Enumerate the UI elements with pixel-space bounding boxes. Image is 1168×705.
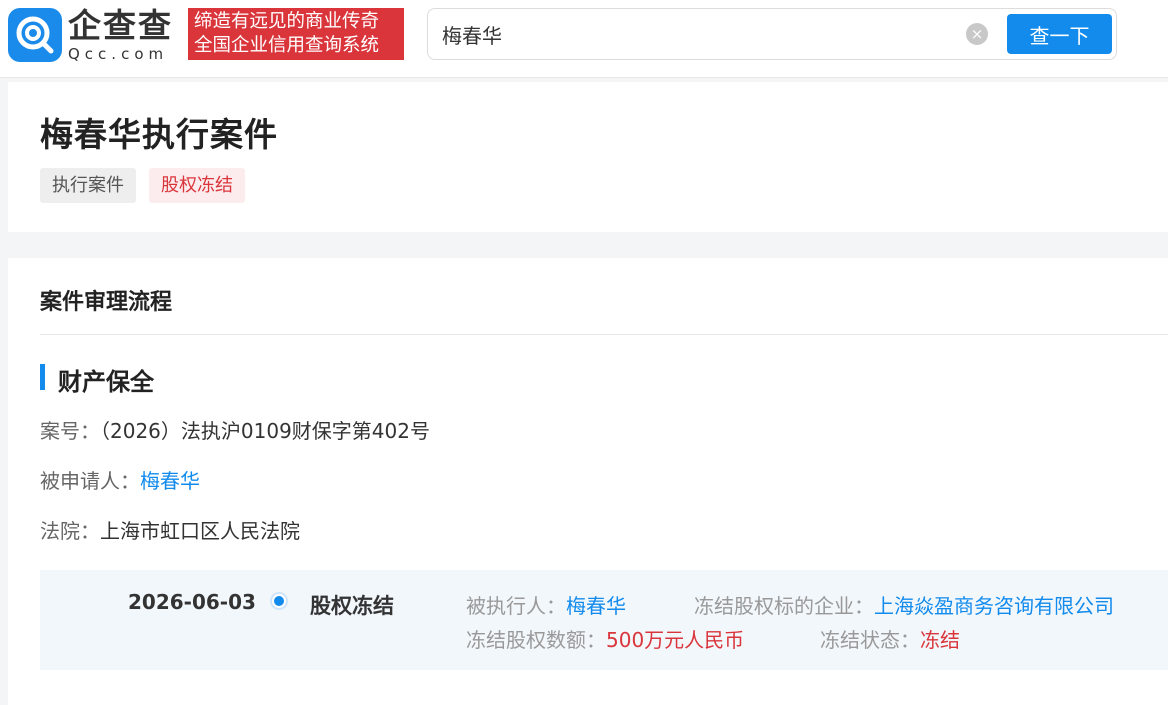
case-number-value: （2026）法执沪0109财保字第402号	[100, 419, 430, 443]
tag-execution-case: 执行案件	[40, 168, 136, 203]
tag-equity-freeze: 股权冻结	[149, 168, 245, 203]
timeline-date: 2026-06-03	[128, 590, 256, 614]
timeline-dot-icon	[272, 594, 286, 608]
case-process-card: 案件审理流程 财产保全 案号：（2026）法执沪0109财保字第402号 被申请…	[8, 258, 1168, 705]
court-label: 法院：	[40, 519, 100, 543]
logo[interactable]: 企查查 Qcc.com	[8, 8, 173, 62]
search-box: × 查一下	[427, 8, 1117, 60]
case-number-row: 案号：（2026）法执沪0109财保字第402号	[40, 415, 430, 444]
page-title: 梅春华执行案件	[40, 115, 278, 154]
respondent-link[interactable]: 梅春华	[140, 469, 200, 493]
qcc-logo-icon	[8, 8, 62, 62]
slogan-line-2: 全国企业信用查询系统	[194, 35, 380, 56]
search-input[interactable]	[442, 18, 962, 50]
freeze-amount-value: 500万元人民币	[606, 628, 745, 652]
respondent-row: 被申请人：梅春华	[40, 465, 200, 494]
freeze-amount-field: 冻结股权数额：500万元人民币	[466, 624, 744, 653]
logo-text: 企查查 Qcc.com	[68, 6, 173, 63]
title-card: 梅春华执行案件 执行案件 股权冻结	[8, 82, 1168, 232]
court-value: 上海市虹口区人民法院	[100, 519, 300, 543]
court-row: 法院：上海市虹口区人民法院	[40, 515, 300, 544]
sub-title: 财产保全	[58, 368, 154, 396]
logo-cn: 企查查	[68, 6, 173, 45]
top-header: 企查查 Qcc.com 缔造有远见的商业传奇 全国企业信用查询系统 × 查一下	[0, 0, 1168, 78]
divider	[40, 334, 1168, 335]
freeze-status-label: 冻结状态：	[820, 628, 920, 652]
sub-title-bar	[40, 364, 45, 390]
freeze-status-value: 冻结	[920, 628, 960, 652]
executee-label: 被执行人：	[466, 594, 566, 618]
freeze-amount-label: 冻结股权数额：	[466, 628, 606, 652]
respondent-label: 被申请人：	[40, 469, 140, 493]
executee-field: 被执行人：梅春华	[466, 590, 626, 619]
executee-link[interactable]: 梅春华	[566, 594, 626, 618]
target-company-link[interactable]: 上海焱盈商务咨询有限公司	[874, 594, 1114, 618]
logo-en: Qcc.com	[68, 45, 169, 63]
target-company-label: 冻结股权标的企业：	[694, 594, 874, 618]
clear-icon[interactable]: ×	[966, 23, 988, 45]
slogan-line-1: 缔造有远见的商业传奇	[194, 11, 380, 32]
freeze-status-field: 冻结状态：冻结	[820, 624, 960, 653]
search-button[interactable]: 查一下	[1007, 14, 1112, 54]
slogan-banner: 缔造有远见的商业传奇 全国企业信用查询系统	[188, 8, 404, 60]
timeline-event: 股权冻结	[310, 594, 394, 618]
case-number-label: 案号：	[40, 419, 100, 443]
section-title: 案件审理流程	[40, 290, 173, 315]
target-company-field: 冻结股权标的企业：上海焱盈商务咨询有限公司	[694, 590, 1114, 619]
timeline-item: 2026-06-03 股权冻结 被执行人：梅春华 冻结股权标的企业：上海焱盈商务…	[40, 570, 1168, 670]
